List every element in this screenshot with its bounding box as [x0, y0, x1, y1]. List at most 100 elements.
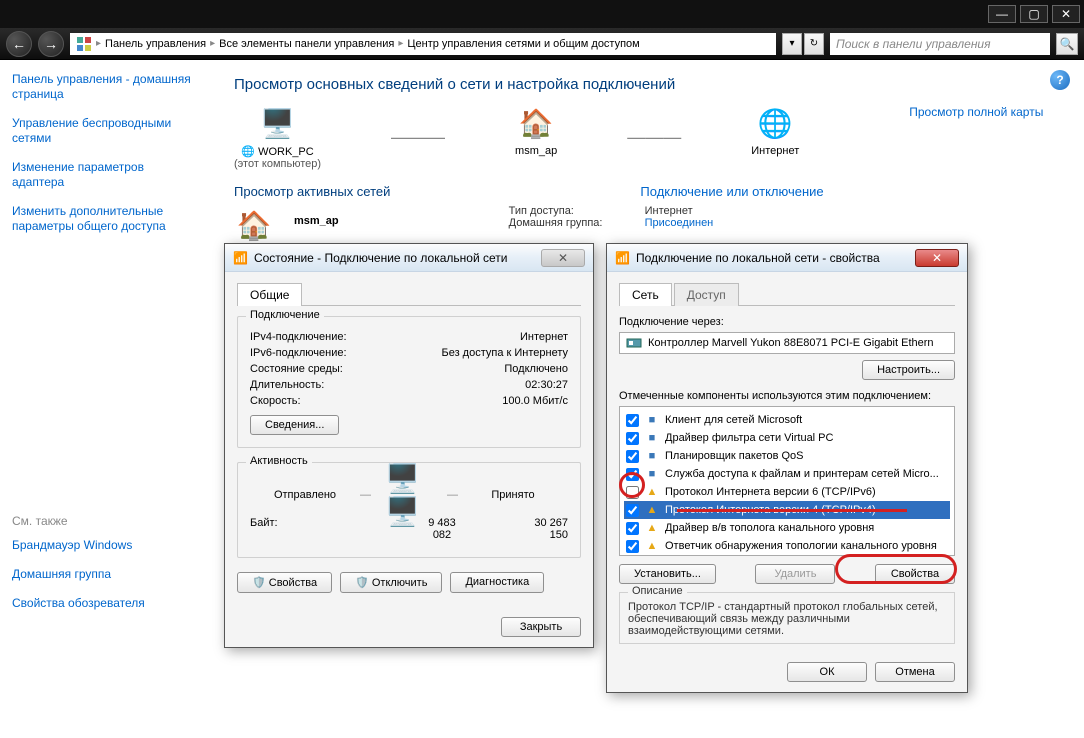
- component-checkbox[interactable]: [626, 450, 639, 463]
- house-icon: 🏠: [518, 105, 554, 141]
- network-name[interactable]: msm_ap: [294, 205, 339, 227]
- bytes-label: Байт:: [250, 517, 420, 541]
- remove-button: Удалить: [755, 564, 835, 584]
- tab-network[interactable]: Сеть: [619, 283, 672, 306]
- component-label: Драйвер в/в тополога канального уровня: [665, 522, 874, 534]
- sidebar-link-homegroup[interactable]: Домашняя группа: [12, 567, 198, 582]
- received-label: Принято: [458, 489, 568, 501]
- adapter-field[interactable]: Контроллер Marvell Yukon 88E8071 PCI-E G…: [619, 332, 955, 354]
- link-line-icon: ———: [391, 127, 445, 148]
- ipv6-label: IPv6-подключение:: [250, 347, 420, 359]
- monitors-icon: 🖥️🖥️: [385, 477, 433, 513]
- full-map-link[interactable]: Просмотр полной карты: [909, 105, 1043, 119]
- component-item[interactable]: ▲Драйвер в/в тополога канального уровня: [624, 519, 950, 537]
- disable-button[interactable]: 🛡️ Отключить: [340, 572, 442, 593]
- component-item[interactable]: ▲Протокол Интернета версии 6 (TCP/IPv6): [624, 483, 950, 501]
- dropdown-button[interactable]: ▾: [782, 33, 802, 55]
- description-text: Протокол TCP/IP - стандартный протокол г…: [628, 601, 946, 637]
- topo-icon: ▲: [645, 539, 659, 553]
- component-checkbox[interactable]: [626, 468, 639, 481]
- component-checkbox[interactable]: [626, 540, 639, 553]
- sidebar: Панель управления - домашняя страница Уп…: [0, 60, 210, 738]
- ipv4-label: IPv4-подключение:: [250, 331, 420, 343]
- component-checkbox[interactable]: [626, 432, 639, 445]
- homegroup-value[interactable]: Присоединен: [645, 217, 714, 229]
- component-item[interactable]: ■ Планировщик пакетов QoS: [624, 447, 950, 465]
- diagnose-button[interactable]: Диагностика: [450, 572, 544, 593]
- component-checkbox[interactable]: [626, 414, 639, 427]
- components-list[interactable]: ■Клиент для сетей Microsoft■Драйвер филь…: [619, 406, 955, 556]
- component-item[interactable]: ■Драйвер фильтра сети Virtual PC: [624, 429, 950, 447]
- control-panel-icon: [76, 36, 92, 52]
- properties-dialog: 📶 Подключение по локальной сети - свойст…: [606, 243, 968, 693]
- navigation-bar: ← → ▸ Панель управления ▸ Все элементы п…: [0, 28, 1084, 60]
- duration-label: Длительность:: [250, 379, 420, 391]
- component-item[interactable]: ▲Протокол Интернета версии 4 (TCP/IPv4): [624, 501, 950, 519]
- maximize-button[interactable]: ▢: [1020, 5, 1048, 23]
- close-dialog-button[interactable]: Закрыть: [501, 617, 581, 637]
- component-item[interactable]: ▲ Ответчик обнаружения топологии канально…: [624, 537, 950, 555]
- access-type-label: Тип доступа:: [509, 205, 629, 217]
- dialog-close-button[interactable]: ✕: [915, 249, 959, 267]
- install-button[interactable]: Установить...: [619, 564, 716, 584]
- chevron-right-icon: ▸: [210, 38, 215, 49]
- breadcrumb-item[interactable]: Все элементы панели управления: [219, 38, 394, 50]
- sidebar-link-home[interactable]: Панель управления - домашняя страница: [12, 72, 198, 102]
- component-checkbox[interactable]: [626, 522, 639, 535]
- minimize-button[interactable]: —: [988, 5, 1016, 23]
- tab-general[interactable]: Общие: [237, 283, 302, 306]
- adapter-name: Контроллер Marvell Yukon 88E8071 PCI-E G…: [648, 337, 934, 349]
- ipv6-value: Без доступа к Интернету: [420, 347, 568, 359]
- properties-button[interactable]: 🛡️ Свойства: [237, 572, 332, 593]
- homegroup-label: Домашняя группа:: [509, 217, 629, 229]
- network-node-ap[interactable]: 🏠 msm_ap: [515, 105, 557, 157]
- speed-value: 100.0 Мбит/с: [420, 395, 568, 407]
- proto-icon: ▲: [645, 485, 659, 499]
- cancel-button[interactable]: Отмена: [875, 662, 955, 682]
- description-heading: Описание: [628, 585, 687, 597]
- component-checkbox[interactable]: [626, 504, 639, 517]
- dialog-title: Состояние - Подключение по локальной сет…: [254, 251, 508, 265]
- forward-button[interactable]: →: [38, 31, 64, 57]
- component-label: Служба доступа к файлам и принтерам сете…: [665, 468, 939, 480]
- breadcrumb-item[interactable]: Центр управления сетями и общим доступом: [407, 38, 639, 50]
- refresh-button[interactable]: ↻: [804, 33, 824, 55]
- connect-disconnect-link[interactable]: Подключение или отключение: [640, 184, 823, 199]
- dialog-close-button[interactable]: ✕: [541, 249, 585, 267]
- chevron-right-icon: ▸: [398, 38, 403, 49]
- speed-label: Скорость:: [250, 395, 420, 407]
- ok-button[interactable]: ОК: [787, 662, 867, 682]
- search-icon[interactable]: 🔍: [1056, 33, 1078, 55]
- sidebar-link-adapter[interactable]: Изменение параметров адаптера: [12, 160, 198, 190]
- component-item[interactable]: ■Клиент для сетей Microsoft: [624, 411, 950, 429]
- address-bar[interactable]: ▸ Панель управления ▸ Все элементы панел…: [70, 33, 776, 55]
- search-input[interactable]: Поиск в панели управления: [830, 33, 1050, 55]
- help-icon[interactable]: ?: [1050, 70, 1070, 90]
- client-icon: ■: [645, 413, 659, 427]
- connect-via-label: Подключение через:: [619, 316, 955, 328]
- sidebar-link-firewall[interactable]: Брандмауэр Windows: [12, 538, 198, 553]
- component-item[interactable]: ■Служба доступа к файлам и принтерам сет…: [624, 465, 950, 483]
- component-checkbox[interactable]: [626, 486, 639, 499]
- details-button[interactable]: Сведения...: [250, 415, 339, 435]
- sidebar-link-sharing[interactable]: Изменить дополнительные параметры общего…: [12, 204, 198, 234]
- breadcrumb-item[interactable]: Панель управления: [105, 38, 206, 50]
- network-node-pc[interactable]: 🖥️ 🌐 WORK_PC (этот компьютер): [234, 105, 321, 170]
- qos-icon: ■: [645, 449, 659, 463]
- dialog-titlebar[interactable]: 📶 Состояние - Подключение по локальной с…: [225, 244, 593, 272]
- access-type-value: Интернет: [645, 205, 693, 217]
- dialog-titlebar[interactable]: 📶 Подключение по локальной сети - свойст…: [607, 244, 967, 272]
- component-label: Планировщик пакетов QoS: [665, 450, 804, 462]
- tab-sharing[interactable]: Доступ: [674, 283, 739, 306]
- network-node-internet[interactable]: 🌐 Интернет: [751, 105, 799, 157]
- back-button[interactable]: ←: [6, 31, 32, 57]
- window-titlebar: — ▢ ✕: [0, 0, 1084, 28]
- component-properties-button[interactable]: Свойства: [875, 564, 955, 584]
- group-label: Подключение: [246, 309, 324, 321]
- close-button[interactable]: ✕: [1052, 5, 1080, 23]
- component-label: Ответчик обнаружения топологии канальног…: [665, 540, 937, 552]
- sidebar-link-wireless[interactable]: Управление беспроводными сетями: [12, 116, 198, 146]
- tabstrip: Сеть Доступ: [619, 282, 955, 306]
- configure-button[interactable]: Настроить...: [862, 360, 955, 380]
- sidebar-link-internet-options[interactable]: Свойства обозревателя: [12, 596, 198, 611]
